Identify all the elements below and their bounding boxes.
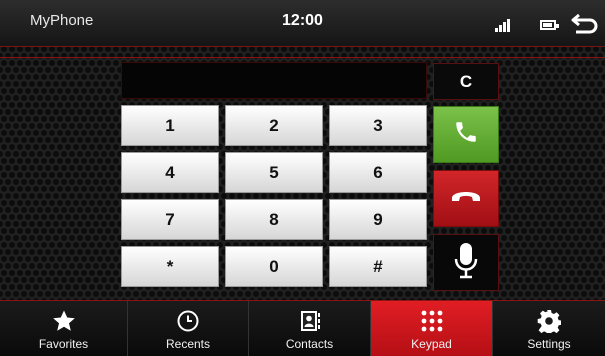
key-hash[interactable]: #: [329, 246, 427, 287]
nav-favorites[interactable]: Favorites: [0, 301, 128, 356]
phone-hangup-icon: [449, 186, 483, 211]
clear-button[interactable]: C: [433, 63, 499, 100]
key-9[interactable]: 9: [329, 199, 427, 240]
hang-up-button[interactable]: [433, 170, 499, 227]
call-button[interactable]: [433, 106, 499, 163]
signal-icon: [495, 18, 515, 32]
clock-icon: [176, 309, 200, 333]
status-bar: MyPhone 12:00: [0, 0, 605, 47]
key-7[interactable]: 7: [121, 199, 219, 240]
microphone-button[interactable]: [433, 234, 499, 291]
key-1[interactable]: 1: [121, 105, 219, 146]
battery-icon: [540, 20, 559, 30]
phone-screen: MyPhone 12:00 C 1 2 3 4 5 6 7 8 9 * 0 # …: [0, 0, 605, 356]
number-display: [121, 62, 427, 99]
nav-contacts[interactable]: Contacts: [249, 301, 371, 356]
nav-label: Recents: [165, 337, 211, 351]
key-3[interactable]: 3: [329, 105, 427, 146]
contacts-book-icon: [298, 309, 322, 333]
key-4[interactable]: 4: [121, 152, 219, 193]
microphone-icon: [454, 241, 478, 284]
star-icon: [52, 309, 76, 333]
gear-icon: [537, 309, 562, 336]
key-5[interactable]: 5: [225, 152, 323, 193]
keypad-grid-icon: [420, 309, 444, 333]
nav-label: Contacts: [285, 337, 334, 351]
key-6[interactable]: 6: [329, 152, 427, 193]
phone-call-icon: [453, 119, 479, 150]
key-0[interactable]: 0: [225, 246, 323, 287]
nav-label: Keypad: [411, 337, 452, 351]
nav-label: Settings: [527, 337, 571, 351]
key-star[interactable]: *: [121, 246, 219, 287]
divider: [0, 57, 605, 58]
nav-settings[interactable]: Settings: [493, 301, 605, 356]
nav-recents[interactable]: Recents: [128, 301, 249, 356]
bottom-nav: Favorites Recents Contacts Keypad Settin…: [0, 300, 605, 356]
key-2[interactable]: 2: [225, 105, 323, 146]
nav-keypad[interactable]: Keypad: [371, 301, 493, 356]
back-arrow-icon[interactable]: [570, 12, 600, 38]
key-8[interactable]: 8: [225, 199, 323, 240]
nav-label: Favorites: [38, 337, 89, 351]
